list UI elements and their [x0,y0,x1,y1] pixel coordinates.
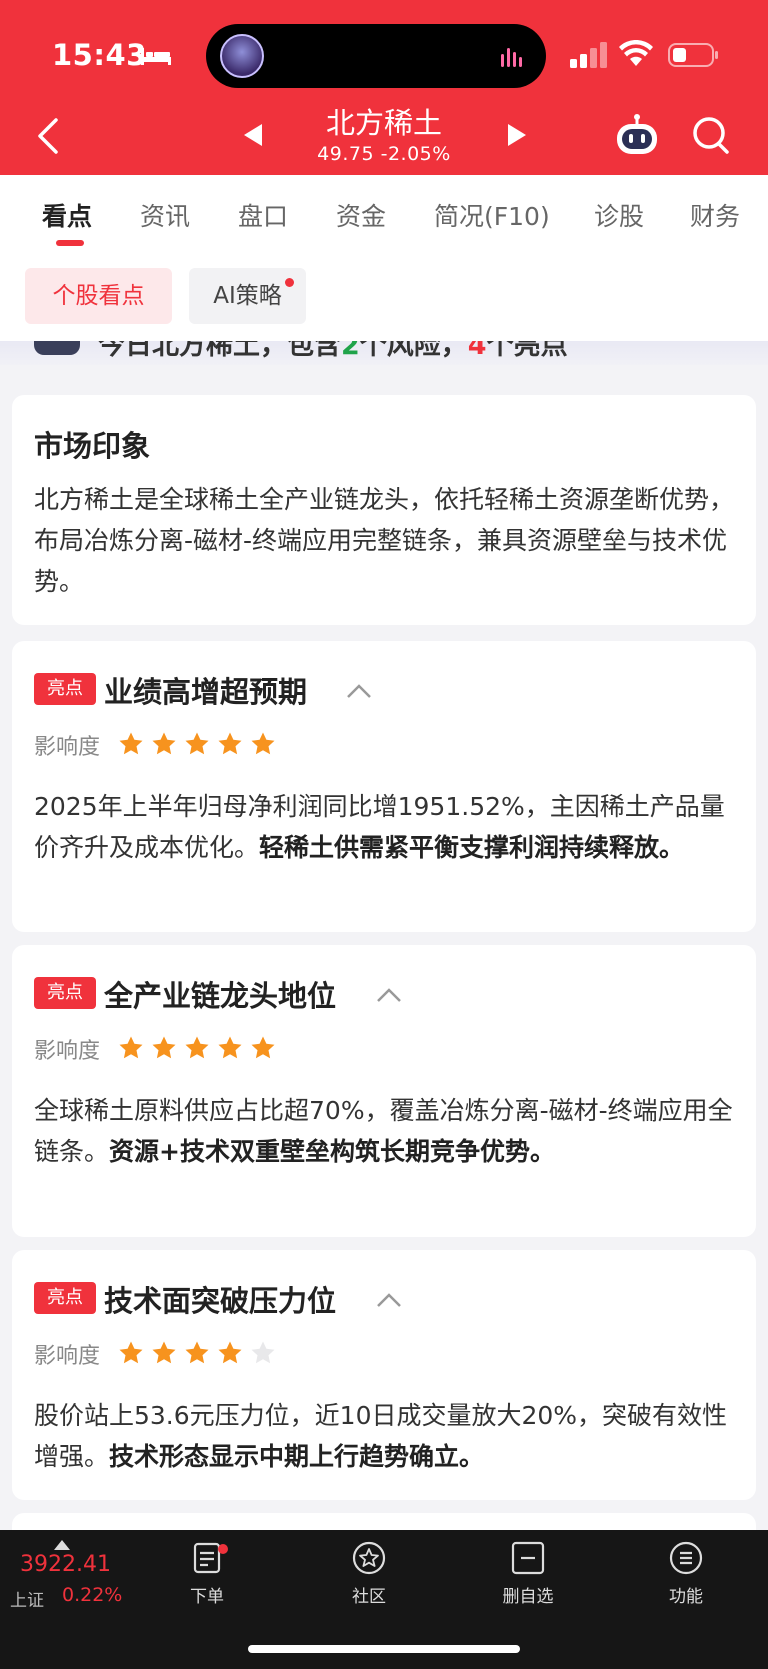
star-filled-icon [251,732,275,755]
menu-circle-icon [669,1541,703,1575]
nav-functions[interactable]: 功能 [641,1540,731,1607]
status-time: 15:43 [52,38,147,72]
market-impression-text: 北方稀土是全球稀土全产业链龙头，依托轻稀土资源垄断优势，布局冶炼分离-磁材-终端… [34,485,735,596]
market-impression-title: 市场印象 [34,429,151,463]
chevron-up-icon[interactable] [346,683,372,699]
sleep-mode-icon [141,48,171,65]
home-indicator [248,1645,520,1653]
audio-wave-icon [501,48,522,67]
chevron-up-icon[interactable] [376,987,402,1003]
impact-label: 影响度 [34,735,101,760]
star-filled-icon [119,1036,143,1059]
highlight-card: 亮点 全产业链龙头地位 影响度 全球稀土原料供应占比超70%，覆盖冶炼分离-磁材… [12,945,756,1237]
star-filled-icon [251,1036,275,1059]
ai-avatar-icon [34,341,80,355]
market-impression-card: 市场印象 北方稀土是全球稀土全产业链龙头，依托轻稀土资源垄断优势，布局冶炼分离-… [12,395,756,625]
next-stock-icon[interactable] [506,122,528,148]
star-filled-icon [152,1341,176,1364]
wifi-icon [619,40,653,66]
cellular-signal-icon [570,42,607,68]
notification-dot [218,1544,228,1554]
nav-label: 功能 [669,1587,703,1607]
tab-finance[interactable]: 财务 [690,197,740,233]
highlight-card: 亮点 技术面突破压力位 影响度 股价站上53.6元压力位，近10日成交量放大20… [12,1250,756,1500]
impact-rating [118,1340,276,1366]
chevron-up-icon[interactable] [376,1292,402,1308]
index-name: 上证 [10,1591,44,1611]
tab-funds[interactable]: 资金 [336,197,386,233]
active-tab-indicator [56,240,84,246]
search-icon[interactable] [692,116,730,156]
chip-stock-highlights[interactable]: 个股看点 [25,268,172,324]
impact-rating [118,1035,276,1061]
tab-news[interactable]: 资讯 [140,197,190,233]
star-filled-icon [218,732,242,755]
notification-dot [285,278,294,287]
community-star-icon [352,1541,386,1575]
nav-label: 社区 [352,1587,386,1607]
index-change: 0.22% [62,1584,123,1606]
nav-label: 删自选 [502,1587,554,1607]
star-filled-icon [119,732,143,755]
highlight-title[interactable]: 全产业链龙头地位 [104,973,336,1015]
nav-place-order[interactable]: 下单 [162,1540,252,1607]
nav-remove-watchlist[interactable]: 删自选 [483,1540,573,1607]
highlight-tag: 亮点 [34,977,96,1009]
star-filled-icon [218,1341,242,1364]
star-filled-icon [152,1036,176,1059]
tab-kandian[interactable]: 看点 [42,197,92,233]
battery-icon [668,43,718,67]
highlight-text: 股价站上53.6元压力位，近10日成交量放大20%，突破有效性增强。技术形态显示… [34,1401,728,1471]
ai-assistant-robot-icon[interactable] [614,112,660,158]
star-filled-icon [185,1341,209,1364]
music-artwork-icon [220,34,264,78]
nav-label: 下单 [190,1587,224,1607]
star-empty-icon [251,1341,275,1364]
highlight-title[interactable]: 技术面突破压力位 [104,1278,336,1320]
star-filled-icon [152,732,176,755]
star-filled-icon [218,1036,242,1059]
remove-square-icon [511,1541,545,1575]
highlight-text: 全球稀土原料供应占比超70%，覆盖冶炼分离-磁材-终端应用全链条。资源+技术双重… [34,1096,733,1166]
star-filled-icon [185,1036,209,1059]
index-value[interactable]: 3922.41 [20,1552,111,1577]
tab-diagnosis[interactable]: 诊股 [594,197,644,233]
dynamic-island [206,24,546,88]
nav-community[interactable]: 社区 [324,1540,414,1607]
highlight-text: 2025年上半年归母净利润同比增1951.52%，主因稀土产品量价齐升及成本优化… [34,792,725,862]
tab-order-book[interactable]: 盘口 [238,197,288,233]
highlight-card: 亮点 业绩高增超预期 影响度 2025年上半年归母净利润同比增1951.52%，… [12,641,756,932]
highlight-tag: 亮点 [34,673,96,705]
star-filled-icon [185,732,209,755]
summary-strip: 今日北方稀土，包含2个风险，4个亮点 [0,341,768,365]
impact-label: 影响度 [34,1344,101,1369]
tab-bar: 看点 资讯 盘口 资金 简况(F10) 诊股 财务 [0,175,768,255]
summary-text: 今日北方稀土，包含2个风险，4个亮点 [98,341,568,361]
highlight-title[interactable]: 业绩高增超预期 [104,669,307,711]
impact-label: 影响度 [34,1039,101,1064]
star-filled-icon [119,1341,143,1364]
tab-profile-f10[interactable]: 简况(F10) [434,197,550,233]
highlight-tag: 亮点 [34,1282,96,1314]
index-up-arrow-icon [54,1540,70,1550]
impact-rating [118,731,276,757]
chip-ai-strategy[interactable]: AI策略 [189,268,306,324]
